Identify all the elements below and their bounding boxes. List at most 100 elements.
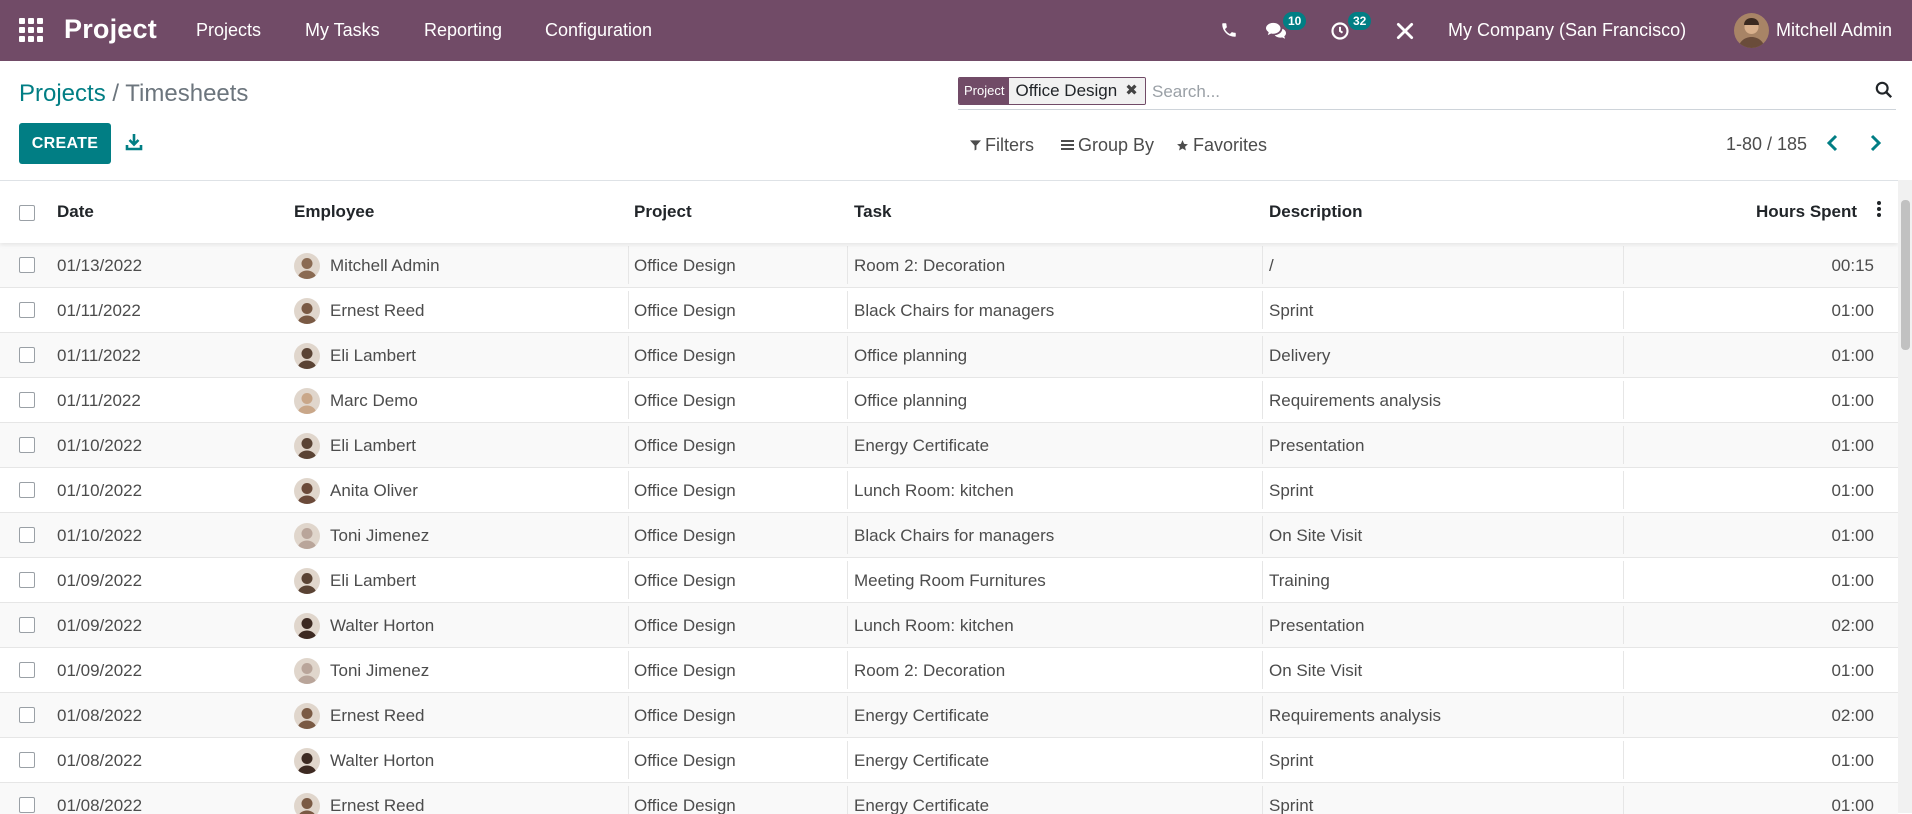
column-divider xyxy=(628,516,629,554)
row-checkbox[interactable] xyxy=(19,347,35,363)
table-row[interactable]: 01/11/2022 Eli Lambert Office Design Office… xyxy=(0,333,1898,378)
group-by-icon xyxy=(1061,140,1074,150)
header-date[interactable]: Date xyxy=(57,201,94,223)
cell-project: Office Design xyxy=(634,751,736,770)
activities-button[interactable]: 32 xyxy=(1330,12,1374,44)
apps-grid-icon[interactable] xyxy=(19,18,43,42)
select-all-checkbox[interactable] xyxy=(19,205,35,221)
cell-hours-spent: 01:00 xyxy=(1831,301,1874,320)
header-description[interactable]: Description xyxy=(1269,201,1363,223)
favorites-label: Favorites xyxy=(1193,135,1268,155)
phone-icon[interactable] xyxy=(1220,16,1240,44)
column-divider xyxy=(1262,696,1263,734)
column-divider xyxy=(628,696,629,734)
create-button[interactable]: CREATE xyxy=(19,123,111,164)
column-divider xyxy=(628,246,629,284)
search-input[interactable] xyxy=(1150,78,1804,106)
table-row[interactable]: 01/09/2022 Walter Horton Office Design Lunc… xyxy=(0,603,1898,648)
menu-my-tasks[interactable]: My Tasks xyxy=(305,19,380,41)
list-scrollbar[interactable] xyxy=(1898,180,1912,813)
table-row[interactable]: 01/10/2022 Anita Oliver Office Design Lunch… xyxy=(0,468,1898,513)
facet-remove-icon[interactable]: ✖ xyxy=(1125,78,1145,104)
facet-value: Office Design xyxy=(1009,78,1126,104)
cell-employee: Mitchell Admin xyxy=(330,256,440,275)
table-row[interactable]: 01/13/2022 Mitchell Admin Office Design Roo… xyxy=(0,243,1898,288)
optional-columns-icon[interactable] xyxy=(1876,201,1882,219)
row-checkbox[interactable] xyxy=(19,572,35,588)
menu-projects[interactable]: Projects xyxy=(196,19,261,41)
cell-task: Lunch Room: kitchen xyxy=(854,616,1014,635)
column-divider xyxy=(1623,651,1624,689)
cell-date: 01/09/2022 xyxy=(57,616,143,635)
star-icon xyxy=(1177,139,1188,151)
messages-button[interactable]: 10 xyxy=(1265,12,1309,44)
cell-project: Office Design xyxy=(634,616,736,635)
row-checkbox[interactable] xyxy=(19,302,35,318)
row-checkbox[interactable] xyxy=(19,482,35,498)
cell-description: / xyxy=(1269,256,1274,275)
cell-hours-spent: 01:00 xyxy=(1831,796,1874,814)
row-checkbox[interactable] xyxy=(19,617,35,633)
table-row[interactable]: 01/09/2022 Toni Jimenez Office Design Room … xyxy=(0,648,1898,693)
column-divider xyxy=(847,381,848,419)
employee-avatar xyxy=(294,343,320,369)
employee-avatar xyxy=(294,523,320,549)
column-divider xyxy=(847,516,848,554)
debug-tools-icon[interactable] xyxy=(1395,16,1419,44)
column-divider xyxy=(847,426,848,464)
table-row[interactable]: 01/08/2022 Ernest Reed Office Design Energy… xyxy=(0,783,1898,814)
search-icon[interactable] xyxy=(1875,81,1895,101)
row-checkbox[interactable] xyxy=(19,797,35,813)
cell-date: 01/11/2022 xyxy=(57,301,141,320)
cell-date: 01/09/2022 xyxy=(57,571,143,590)
user-menu[interactable]: Mitchell Admin xyxy=(1776,19,1892,41)
menu-reporting[interactable]: Reporting xyxy=(424,19,502,41)
cell-employee: Walter Horton xyxy=(330,751,435,770)
menu-configuration[interactable]: Configuration xyxy=(545,19,652,41)
download-icon[interactable] xyxy=(124,132,144,152)
column-divider xyxy=(1262,516,1263,554)
table-row[interactable]: 01/11/2022 Ernest Reed Office Design Black … xyxy=(0,288,1898,333)
pager-value[interactable]: 1-80 / 185 xyxy=(1726,133,1807,155)
table-row[interactable]: 01/10/2022 Toni Jimenez Office Design Black… xyxy=(0,513,1898,558)
filters-button[interactable]: Filters xyxy=(970,134,1034,156)
cell-description: Sprint xyxy=(1269,481,1314,500)
row-checkbox[interactable] xyxy=(19,752,35,768)
table-row[interactable]: 01/11/2022 Marc Demo Office Design Office p… xyxy=(0,378,1898,423)
cell-hours-spent: 01:00 xyxy=(1831,346,1874,365)
cell-description: Presentation xyxy=(1269,436,1365,455)
header-employee[interactable]: Employee xyxy=(294,201,374,223)
search-facet-project: Project Office Design ✖ xyxy=(958,77,1146,105)
table-row[interactable]: 01/08/2022 Walter Horton Office Design Ener… xyxy=(0,738,1898,783)
cell-employee: Eli Lambert xyxy=(330,436,416,455)
user-avatar[interactable] xyxy=(1734,13,1769,48)
table-row[interactable]: 01/10/2022 Eli Lambert Office Design Energy… xyxy=(0,423,1898,468)
column-divider xyxy=(1262,606,1263,644)
favorites-button[interactable]: Favorites xyxy=(1176,134,1267,156)
header-task[interactable]: Task xyxy=(854,201,892,223)
row-checkbox[interactable] xyxy=(19,392,35,408)
cell-date: 01/11/2022 xyxy=(57,346,141,365)
app-brand[interactable]: Project xyxy=(64,12,157,46)
pager-next-icon[interactable] xyxy=(1868,133,1888,155)
table-row[interactable]: 01/08/2022 Ernest Reed Office Design Energy… xyxy=(0,693,1898,738)
cell-hours-spent: 01:00 xyxy=(1831,481,1874,500)
row-checkbox[interactable] xyxy=(19,707,35,723)
breadcrumb-projects[interactable]: Projects xyxy=(19,80,106,107)
pager-previous-icon[interactable] xyxy=(1826,133,1846,155)
company-switcher[interactable]: My Company (San Francisco) xyxy=(1448,19,1686,41)
table-row[interactable]: 01/09/2022 Eli Lambert Office Design Meetin… xyxy=(0,558,1898,603)
header-hours-spent[interactable]: Hours Spent xyxy=(1756,201,1857,223)
group-by-button[interactable]: Group By xyxy=(1061,134,1154,156)
scrollbar-thumb[interactable] xyxy=(1901,200,1910,350)
cell-task: Black Chairs for managers xyxy=(854,526,1055,545)
cell-project: Office Design xyxy=(634,481,736,500)
row-checkbox[interactable] xyxy=(19,662,35,678)
row-checkbox[interactable] xyxy=(19,437,35,453)
cell-description: Sprint xyxy=(1269,751,1314,770)
row-checkbox[interactable] xyxy=(19,527,35,543)
row-checkbox[interactable] xyxy=(19,257,35,273)
employee-avatar xyxy=(294,568,320,594)
column-divider xyxy=(1623,516,1624,554)
header-project[interactable]: Project xyxy=(634,201,692,223)
